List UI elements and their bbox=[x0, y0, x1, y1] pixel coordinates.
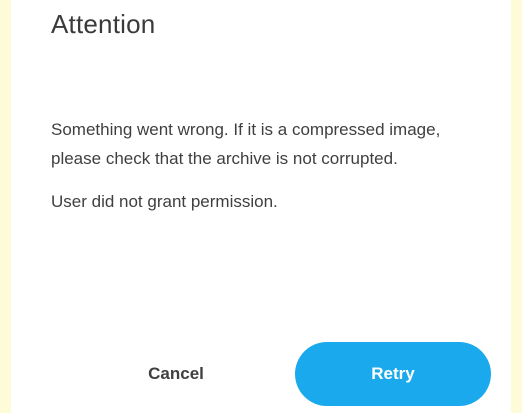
dialog-body: Something went wrong. If it is a compres… bbox=[51, 115, 491, 230]
dialog-actions: Cancel Retry bbox=[11, 342, 511, 406]
dialog-title: Attention bbox=[51, 9, 156, 39]
error-message: Something went wrong. If it is a compres… bbox=[51, 120, 441, 168]
error-detail: User did not grant permission. bbox=[51, 192, 278, 211]
cancel-button[interactable]: Cancel bbox=[131, 342, 221, 406]
error-dialog: Attention Something went wrong. If it is… bbox=[11, 0, 511, 413]
retry-button[interactable]: Retry bbox=[295, 342, 491, 406]
